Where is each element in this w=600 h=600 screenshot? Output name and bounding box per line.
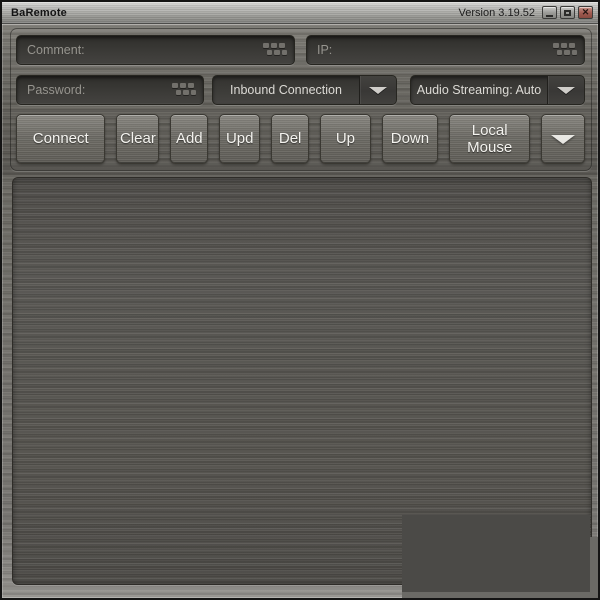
row-comment-ip [16, 35, 585, 65]
password-field-wrap [16, 75, 204, 105]
overlapping-window-frame-right [590, 537, 600, 600]
close-button[interactable]: ✕ [578, 6, 593, 19]
ip-field-wrap [306, 35, 585, 65]
ip-input[interactable] [306, 35, 585, 65]
app-title: BaRemote [11, 7, 67, 19]
down-button[interactable]: Down [382, 114, 438, 164]
keyboard-icon[interactable] [172, 83, 196, 96]
audio-streaming-value: Audio Streaming: Auto [411, 76, 547, 104]
chevron-down-icon [551, 135, 575, 144]
dropdown-arrow-button[interactable] [547, 76, 584, 104]
local-mouse-button[interactable]: Local Mouse [449, 114, 530, 164]
minimize-icon [546, 15, 553, 17]
connect-button[interactable]: Connect [16, 114, 105, 164]
update-button[interactable]: Upd [219, 114, 260, 164]
overlapping-window-frame-bottom [402, 592, 600, 600]
row-action-buttons: Connect Clear Add Upd Del Up Down Local … [16, 114, 585, 164]
overlapping-window-client [402, 515, 590, 592]
keyboard-icon[interactable] [553, 43, 577, 56]
maximize-button[interactable] [560, 6, 575, 19]
row-password-options: Inbound Connection Audio Streaming: Auto [16, 75, 585, 105]
connection-mode-dropdown[interactable]: Inbound Connection [212, 75, 397, 105]
maximize-icon [564, 10, 571, 16]
dropdown-arrow-button[interactable] [359, 76, 396, 104]
more-options-button[interactable] [541, 114, 585, 164]
clear-button[interactable]: Clear [116, 114, 159, 164]
add-button[interactable]: Add [170, 114, 208, 164]
chevron-down-icon [369, 87, 387, 94]
up-button[interactable]: Up [320, 114, 371, 164]
comment-input[interactable] [16, 35, 295, 65]
delete-button[interactable]: Del [271, 114, 309, 164]
chevron-down-icon [557, 87, 575, 94]
close-icon: ✕ [582, 8, 590, 17]
keyboard-icon[interactable] [263, 43, 287, 56]
window-controls: ✕ [542, 6, 593, 19]
connection-mode-value: Inbound Connection [213, 76, 359, 104]
comment-field-wrap [16, 35, 295, 65]
minimize-button[interactable] [542, 6, 557, 19]
version-label: Version 3.19.52 [459, 7, 535, 19]
audio-streaming-dropdown[interactable]: Audio Streaming: Auto [410, 75, 585, 105]
titlebar[interactable]: BaRemote Version 3.19.52 ✕ [2, 2, 598, 24]
app-window: BaRemote Version 3.19.52 ✕ [0, 0, 600, 600]
